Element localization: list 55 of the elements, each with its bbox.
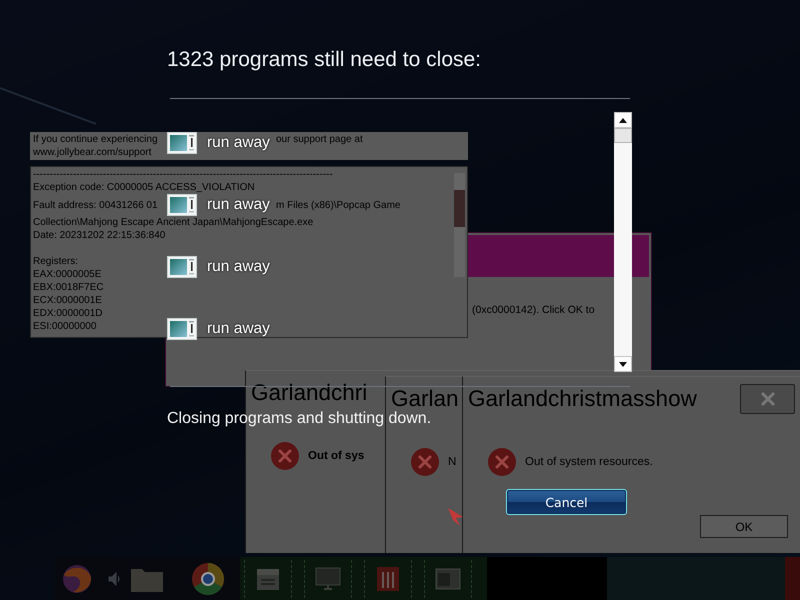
report-text: m Files (x86)\Popcap Game — [276, 198, 400, 212]
report-text: www.jollybear.com/support — [33, 146, 152, 159]
scrollbar-thumb[interactable] — [614, 128, 632, 143]
error-icon — [488, 448, 516, 476]
report-text: ESI:00000000 — [33, 320, 96, 333]
message-box-title: Garlan — [391, 388, 459, 410]
dialog-message: (0xc0000142). Click OK to — [472, 304, 595, 317]
scrollbar-thumb[interactable] — [454, 190, 465, 227]
window-icon — [435, 568, 461, 590]
report-text: EDX:0000001D — [33, 307, 102, 320]
report-text: Collection\Mahjong Escape Ancient Japan\MahjongEscape.exe — [33, 216, 314, 229]
message-text: N — [448, 455, 456, 469]
status-text: Closing programs and shutting down. — [167, 410, 432, 428]
program-name: run away — [207, 196, 270, 214]
message-box-title: Garlandchristmasshow — [468, 388, 697, 410]
report-text: ------------------------------------------------------------------------------------------ — [33, 168, 333, 181]
taskbar-button[interactable] — [424, 560, 472, 598]
report-text: Registers: — [33, 255, 78, 268]
caret-up-icon — [619, 118, 627, 122]
scroll-down-button[interactable] — [614, 356, 632, 372]
report-text: EAX:0000005E — [33, 268, 102, 281]
app-icon — [376, 566, 400, 592]
report-text: EBX:0018F7EC — [33, 281, 104, 294]
scroll-up-button[interactable] — [614, 112, 632, 128]
shutdown-title: 1323 programs still need to close: — [167, 48, 482, 72]
browser-icon[interactable] — [192, 562, 224, 594]
taskbar-button[interactable] — [244, 560, 292, 598]
error-icon — [411, 448, 439, 476]
speaker-icon[interactable] — [108, 572, 122, 586]
application-icon — [167, 132, 197, 154]
calendar-icon — [256, 566, 280, 590]
close-button[interactable] — [740, 384, 795, 414]
report-text: If you continue experiencing — [33, 133, 158, 146]
report-text: ECX:0000001E — [33, 294, 102, 307]
report-text: Fault address: 00431266 01 — [33, 198, 158, 212]
report-text: Date: 20231202 22:15:36:840 — [33, 229, 166, 242]
monitor-icon — [315, 566, 341, 590]
close-icon — [760, 392, 776, 406]
program-name: run away — [207, 320, 270, 338]
application-icon — [167, 194, 197, 216]
message-text: Out of sys — [308, 449, 364, 463]
cancel-button[interactable]: Cancel — [506, 489, 627, 515]
application-icon — [167, 256, 197, 278]
scrollbar-track[interactable] — [454, 173, 465, 277]
message-text: Out of system resources. — [525, 455, 653, 469]
taskbar-button[interactable] — [364, 560, 412, 598]
report-text: our support page at — [276, 133, 363, 146]
taskbar-button[interactable] — [304, 560, 352, 598]
report-text: Exception code: C0000005 ACCESS_VIOLATION — [33, 181, 255, 194]
error-icon — [271, 442, 299, 470]
program-name: run away — [207, 134, 270, 152]
message-box-title: Garlandchri — [251, 382, 368, 404]
scrollbar-track[interactable] — [614, 112, 632, 372]
program-name: run away — [207, 258, 270, 276]
caret-down-icon — [619, 362, 627, 366]
